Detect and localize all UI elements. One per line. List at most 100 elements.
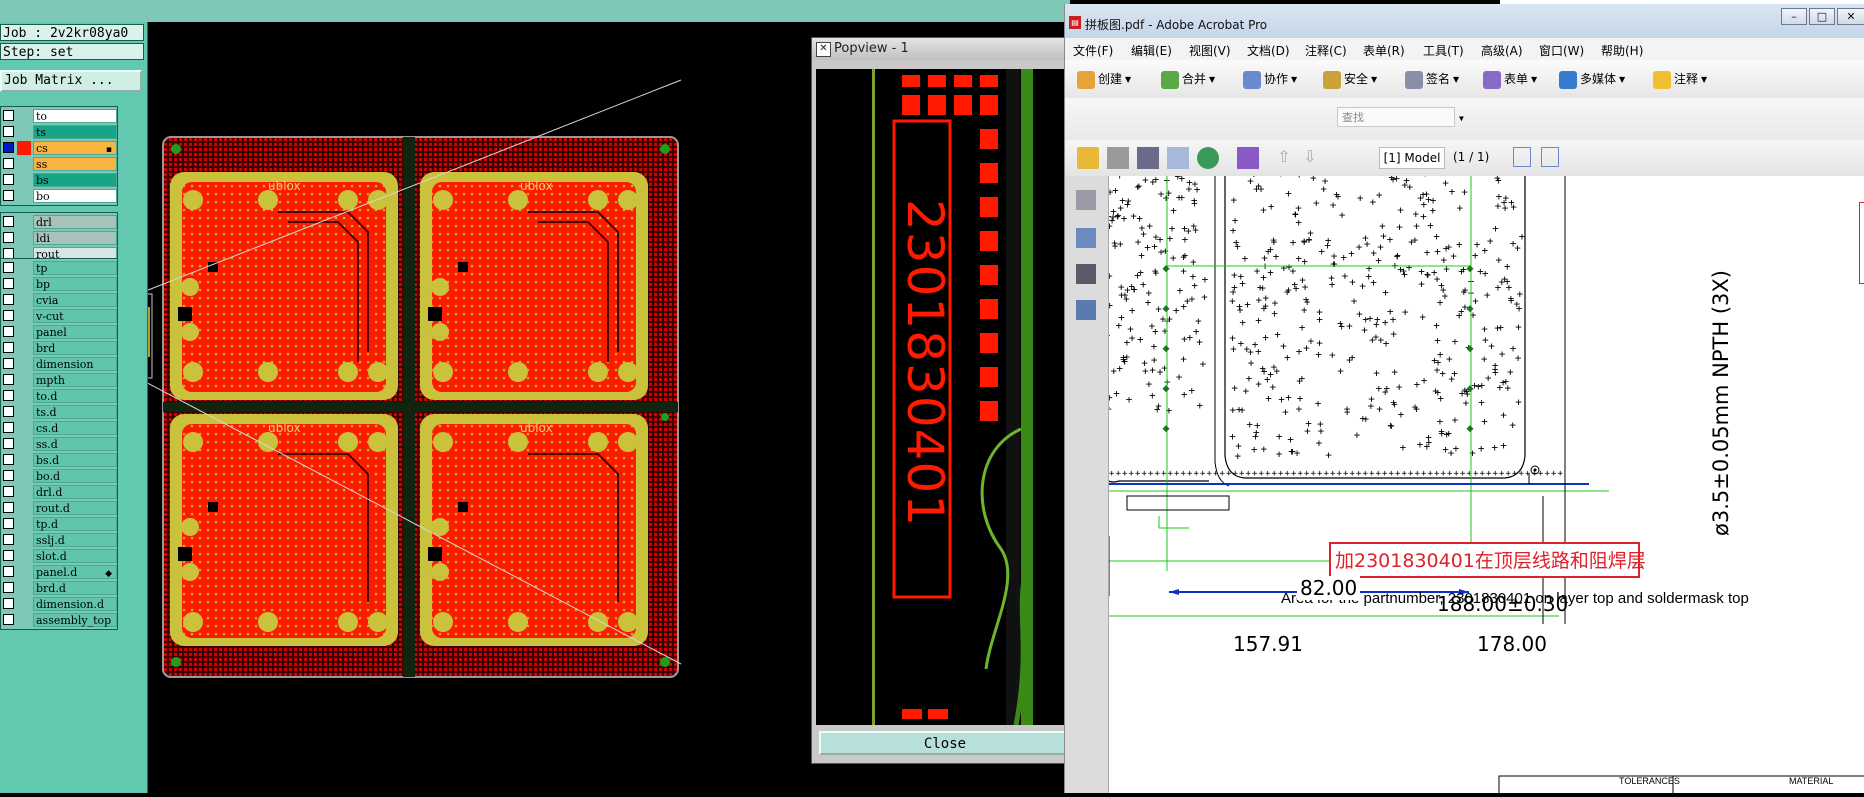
layer-name[interactable]: ts.d [33,405,117,419]
layer-name[interactable]: bo [33,189,117,203]
color-icon[interactable] [1237,147,1259,169]
comment-tool[interactable]: 注释 ▼ [1653,67,1707,91]
layer-color-swatch[interactable] [17,469,31,483]
layer-color-swatch[interactable] [17,293,31,307]
layer-name[interactable]: tp [33,261,117,275]
close-button[interactable]: Close [819,731,1071,755]
layer-color-swatch[interactable] [17,109,31,123]
layer-checkbox[interactable] [3,614,14,625]
pages-icon[interactable] [1076,190,1096,210]
layer-name[interactable]: bs [33,173,117,187]
layer-name[interactable]: dimension.d [33,597,117,611]
layer-row-ts-d[interactable]: ts.d [1,404,117,420]
layer-checkbox[interactable] [3,262,14,273]
create-tool[interactable]: 创建 ▼ [1077,67,1131,91]
layer-checkbox[interactable] [3,550,14,561]
layer-color-swatch[interactable] [17,277,31,291]
layer-name[interactable]: bs.d [33,453,117,467]
layer-checkbox[interactable] [3,110,14,121]
combine-tool[interactable]: 合并 ▼ [1161,67,1215,91]
layer-color-swatch[interactable] [17,141,31,155]
layer-color-swatch[interactable] [17,581,31,595]
layer-color-swatch[interactable] [17,437,31,451]
layer-checkbox[interactable] [3,518,14,529]
layer-checkbox[interactable] [3,126,14,137]
layer-name[interactable]: mpth [33,373,117,387]
layer-row-bs[interactable]: bs [1,172,117,188]
menu-help[interactable]: 帮助(H) [1601,42,1643,59]
layer-color-swatch[interactable] [17,309,31,323]
layer-color-swatch[interactable] [17,533,31,547]
layer-row-to[interactable]: to [1,108,117,124]
fit-width-icon[interactable] [1513,147,1531,167]
menu-advanced[interactable]: 高级(A) [1481,42,1523,59]
layer-color-swatch[interactable] [17,549,31,563]
layer-color-swatch[interactable] [17,597,31,611]
menu-comments[interactable]: 注释(C) [1305,42,1347,59]
window-menu-icon[interactable]: ✕ [816,42,831,57]
layer-checkbox[interactable] [3,142,14,153]
layer-row-cvia[interactable]: cvia [1,292,117,308]
layer-name[interactable]: panel [33,325,117,339]
layer-row-to-d[interactable]: to.d [1,388,117,404]
popview-title-bar[interactable]: ✕ Popview - 1 [812,38,1078,60]
layer-row-sslj-d[interactable]: sslj.d [1,532,117,548]
layer-name[interactable]: ss [33,157,117,171]
layer-color-swatch[interactable] [17,215,31,229]
layer-color-swatch[interactable] [17,189,31,203]
layer-checkbox[interactable] [3,216,14,227]
layer-checkbox[interactable] [3,342,14,353]
search-dropdown-icon[interactable]: ▼ [1459,114,1464,123]
layer-checkbox[interactable] [3,486,14,497]
layer-color-swatch[interactable] [17,501,31,515]
layer-row-rout-d[interactable]: rout.d [1,500,117,516]
collaborate-tool[interactable]: 协作 ▼ [1243,67,1297,91]
layer-color-swatch[interactable] [17,325,31,339]
layer-name[interactable]: cs ▪ [33,141,117,155]
multimedia-tool[interactable]: 多媒体 ▼ [1559,67,1625,91]
layer-name[interactable]: cs.d [33,421,117,435]
layer-name[interactable]: cvia [33,293,117,307]
layer-checkbox[interactable] [3,326,14,337]
layer-checkbox[interactable] [3,294,14,305]
layer-row-ts[interactable]: ts [1,124,117,140]
close-window-button[interactable]: ✕ [1837,8,1864,25]
layer-color-swatch[interactable] [17,421,31,435]
maximize-button[interactable]: □ [1809,8,1835,25]
layer-row-tp-d[interactable]: tp.d [1,516,117,532]
layer-name[interactable]: ss.d [33,437,117,451]
layer-row-bo[interactable]: bo [1,188,117,204]
layer-name[interactable]: assembly_top [33,613,117,627]
layer-name[interactable]: bp [33,277,117,291]
layer-color-swatch[interactable] [17,405,31,419]
email-icon[interactable] [1167,147,1189,169]
search-input[interactable]: 查找 [1337,107,1455,127]
secure-tool[interactable]: 安全 ▼ [1323,67,1377,91]
minimize-button[interactable]: – [1781,8,1807,25]
layer-name[interactable]: drl.d [33,485,117,499]
job-matrix-button[interactable]: Job Matrix ... [0,70,142,92]
fit-page-icon[interactable] [1541,147,1559,167]
layer-color-swatch[interactable] [17,389,31,403]
layer-checkbox[interactable] [3,502,14,513]
layer-name[interactable]: brd.d [33,581,117,595]
sign-tool[interactable]: 签名 ▼ [1405,67,1459,91]
layer-color-swatch[interactable] [17,261,31,275]
layer-color-swatch[interactable] [17,341,31,355]
layer-name[interactable]: panel.d ◆ [33,565,117,579]
signatures-icon[interactable] [1076,264,1096,284]
layers-icon[interactable] [1076,300,1096,320]
layer-name[interactable]: bo.d [33,469,117,483]
menu-document[interactable]: 文档(D) [1247,42,1290,59]
layer-name[interactable]: to [33,109,117,123]
layer-checkbox[interactable] [3,582,14,593]
layer-row-ldi[interactable]: ldi [1,230,117,246]
layer-name[interactable]: drl [33,215,117,229]
forms-tool[interactable]: 表单 ▼ [1483,67,1537,91]
layer-color-swatch[interactable] [17,517,31,531]
menu-window[interactable]: 窗口(W) [1539,42,1584,59]
layer-color-swatch[interactable] [17,357,31,371]
layer-name[interactable]: v-cut [33,309,117,323]
layer-row-drl[interactable]: drl [1,214,117,230]
layer-name[interactable]: ldi [33,231,117,245]
